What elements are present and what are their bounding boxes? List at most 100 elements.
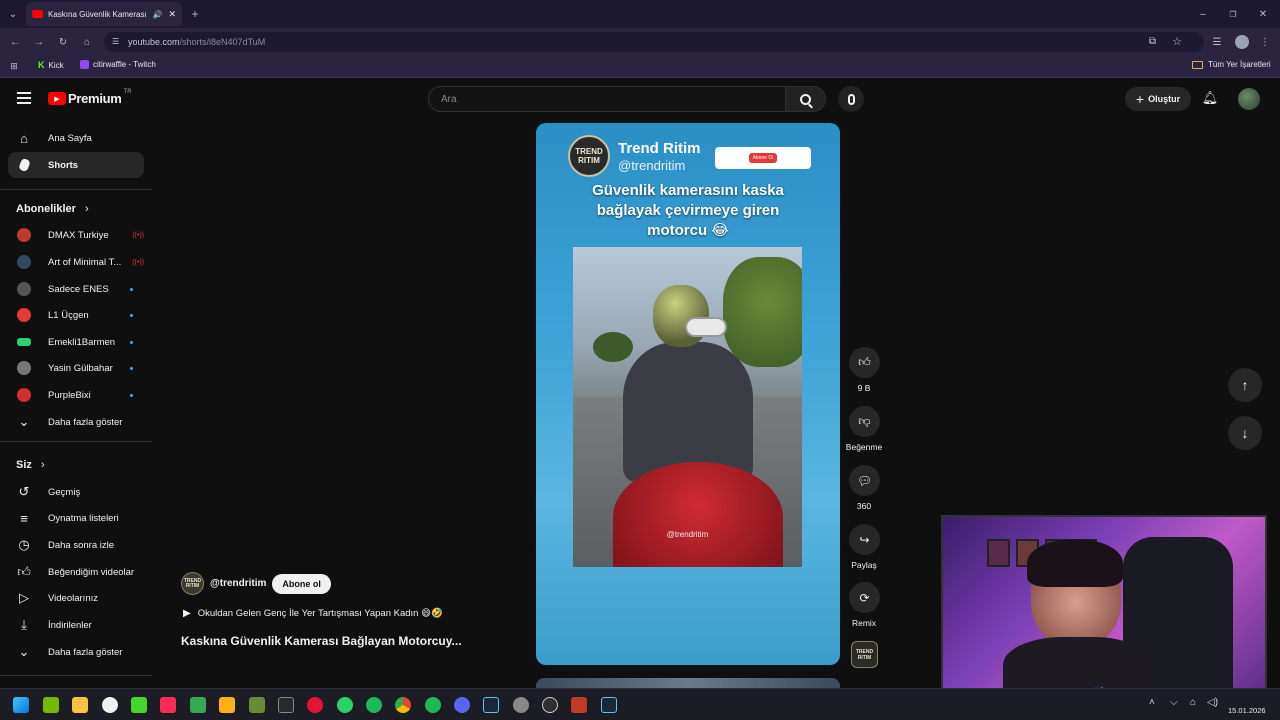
all-bookmarks[interactable]: Tüm Yer İşaretleri bbox=[1192, 60, 1271, 69]
tiktok-icon[interactable] bbox=[160, 697, 176, 713]
apps-grid-icon[interactable]: ⊞ bbox=[8, 60, 20, 72]
sidebar-item-downloads[interactable]: ⤓ İndirilenler bbox=[8, 612, 144, 638]
video-title[interactable]: Kaskına Güvenlik Kamerası Bağlayan Motor… bbox=[181, 634, 462, 648]
like-button[interactable]: 👍︎ bbox=[849, 347, 880, 378]
back-icon[interactable]: ← bbox=[8, 35, 22, 49]
voice-search-button[interactable] bbox=[838, 86, 864, 112]
create-label: Oluştur bbox=[1148, 94, 1181, 104]
close-tab-icon[interactable]: ✕ bbox=[168, 9, 176, 20]
forward-icon[interactable]: → bbox=[32, 35, 46, 49]
bookmark-star-icon[interactable]: ☆ bbox=[1172, 35, 1182, 48]
sidebar-item-liked[interactable]: 👍︎ Beğendiğim videolar bbox=[8, 559, 144, 585]
tab-search-icon[interactable]: ⌄ bbox=[6, 7, 20, 21]
sidebar-item-your-videos[interactable]: ▷ Videolarınız bbox=[8, 585, 144, 611]
sidebar-item-home[interactable]: ⌂ Ana Sayfa bbox=[8, 125, 144, 151]
opera-gx-icon[interactable] bbox=[307, 697, 323, 713]
create-button[interactable]: + Oluştur bbox=[1125, 87, 1191, 111]
recorder-icon[interactable] bbox=[571, 697, 587, 713]
epic-games-icon[interactable] bbox=[278, 697, 294, 713]
tab-title: Kaskına Güvenlik Kamerası bbox=[48, 9, 147, 19]
volume-icon[interactable]: ◁) bbox=[1207, 697, 1218, 708]
history-icon: ↺ bbox=[18, 484, 30, 499]
channel-handle[interactable]: @trendritim bbox=[210, 578, 266, 589]
whatsapp-icon[interactable] bbox=[337, 697, 353, 713]
network-icon[interactable]: ⌂ bbox=[1190, 697, 1196, 708]
subscription-item[interactable]: Yasin Gülbahar bbox=[8, 355, 144, 381]
subscriptions-header[interactable]: Abonelikler › bbox=[16, 203, 89, 215]
tray-app-icon[interactable]: ⌵ bbox=[1170, 697, 1178, 708]
show-more-you[interactable]: ⌄ Daha fazla göster bbox=[8, 639, 144, 665]
you-header[interactable]: Siz › bbox=[16, 459, 45, 471]
xbox-icon[interactable] bbox=[102, 697, 118, 713]
app-green-icon[interactable] bbox=[366, 697, 382, 713]
subscription-item[interactable]: DMAX Turkiye ((•)) bbox=[8, 222, 144, 248]
profile-avatar[interactable] bbox=[1235, 35, 1249, 49]
new-tab-icon[interactable]: + bbox=[188, 7, 202, 21]
subscription-item[interactable]: Art of Minimal T... ((•)) bbox=[8, 249, 144, 275]
razer-icon[interactable] bbox=[131, 697, 147, 713]
discord-icon[interactable] bbox=[454, 697, 470, 713]
show-more-subscriptions[interactable]: ⌄ Daha fazla göster bbox=[8, 409, 144, 435]
thumbs-down-icon: 👎︎ bbox=[858, 414, 871, 428]
short-video-player[interactable]: TREND RITIM Trend Ritim @trendritim Abon… bbox=[536, 123, 840, 665]
app-icon[interactable] bbox=[513, 697, 529, 713]
sidebar-item-playlists[interactable]: ≡ Oynatma listeleri bbox=[8, 505, 144, 531]
steam-icon[interactable] bbox=[483, 697, 499, 713]
sidebar-item-shorts[interactable]: Shorts bbox=[8, 152, 144, 178]
rockstar-icon[interactable] bbox=[219, 697, 235, 713]
youtube-logo[interactable]: ▶ Premium TR bbox=[48, 89, 132, 106]
bookmark-kick[interactable]: K Kick bbox=[38, 60, 64, 70]
channel-logo[interactable]: TREND RITIM bbox=[181, 572, 204, 595]
sidebar-item-watch-later[interactable]: ◷ Daha sonra izle bbox=[8, 532, 144, 558]
dislike-button[interactable]: 👎︎ bbox=[849, 406, 880, 437]
windows-start-icon[interactable] bbox=[13, 697, 29, 713]
sidebar-item-history[interactable]: ↺ Geçmiş bbox=[8, 479, 144, 505]
microphone-icon bbox=[847, 93, 855, 105]
google-play-icon[interactable] bbox=[190, 697, 206, 713]
reload-icon[interactable]: ↻ bbox=[56, 35, 70, 49]
site-info-icon[interactable]: ☰ bbox=[112, 37, 119, 46]
next-short-button[interactable]: ↓ bbox=[1228, 416, 1262, 450]
overlay-subscribe-pill: Abone Ol bbox=[715, 147, 811, 169]
search-box[interactable]: Ara bbox=[428, 86, 786, 112]
show-more-label: Daha fazla göster bbox=[48, 416, 123, 428]
playlist-row[interactable]: ▶ Okuldan Gelen Genç İle Yer Tartışması … bbox=[183, 608, 443, 619]
minecraft-icon[interactable] bbox=[249, 697, 265, 713]
browser-tab-active[interactable]: Kaskına Güvenlik Kamerası 🔊 ✕ bbox=[26, 2, 182, 26]
menu-dots-icon[interactable]: ⋮ bbox=[1258, 35, 1272, 49]
steam-alt-icon[interactable] bbox=[601, 697, 617, 713]
sound-channel-thumb[interactable]: TREND RITIM bbox=[851, 641, 878, 668]
url-field[interactable]: ☰ youtube.com/shorts/i8eN407dTuM ⧉ ☆ bbox=[104, 32, 1204, 52]
notifications-bell-icon[interactable]: 🔔︎ bbox=[1202, 90, 1219, 105]
home-button-icon[interactable]: ⌂ bbox=[80, 35, 94, 49]
install-icon[interactable]: ⧉ bbox=[1149, 36, 1156, 47]
search-input[interactable]: Ara bbox=[441, 94, 457, 105]
streamer-webcam-overlay: ⚡ bbox=[941, 515, 1267, 702]
account-avatar[interactable] bbox=[1238, 88, 1260, 110]
tray-chevron-up-icon[interactable]: ˄ bbox=[1149, 697, 1155, 708]
subscription-item[interactable]: PurpleBixi bbox=[8, 382, 144, 408]
file-explorer-icon[interactable] bbox=[72, 697, 88, 713]
next-short-peek[interactable] bbox=[536, 678, 840, 688]
chrome-icon[interactable] bbox=[395, 697, 411, 713]
comments-button[interactable]: 💬︎ bbox=[849, 465, 880, 496]
subscription-item[interactable]: L1 Üçgen bbox=[8, 302, 144, 328]
audio-playing-icon[interactable]: 🔊 bbox=[152, 10, 162, 19]
hamburger-menu-icon[interactable] bbox=[17, 92, 31, 104]
previous-short-button[interactable]: ↑ bbox=[1228, 368, 1262, 402]
share-button[interactable]: ↪ bbox=[849, 524, 880, 555]
subscribe-button[interactable]: Abone ol bbox=[272, 573, 331, 594]
subscription-item[interactable]: Sadece ENES bbox=[8, 276, 144, 302]
spotify-icon[interactable] bbox=[425, 697, 441, 713]
search-button[interactable] bbox=[786, 86, 826, 112]
obs-icon[interactable] bbox=[542, 697, 558, 713]
remix-button[interactable]: ⟳ bbox=[849, 582, 880, 613]
bookmark-twitch[interactable]: citirwaffle - Twitch bbox=[80, 60, 156, 69]
minimize-icon[interactable]: – bbox=[1196, 7, 1210, 21]
taskbar-date[interactable]: 15.01.2026 bbox=[1228, 706, 1266, 715]
nvidia-icon[interactable] bbox=[43, 697, 59, 713]
subscription-item[interactable]: Emekli1Barmen bbox=[8, 329, 144, 355]
reading-list-icon[interactable]: ☰ bbox=[1210, 35, 1224, 49]
restore-icon[interactable]: ❐ bbox=[1226, 7, 1240, 21]
close-window-icon[interactable]: ✕ bbox=[1256, 7, 1270, 21]
